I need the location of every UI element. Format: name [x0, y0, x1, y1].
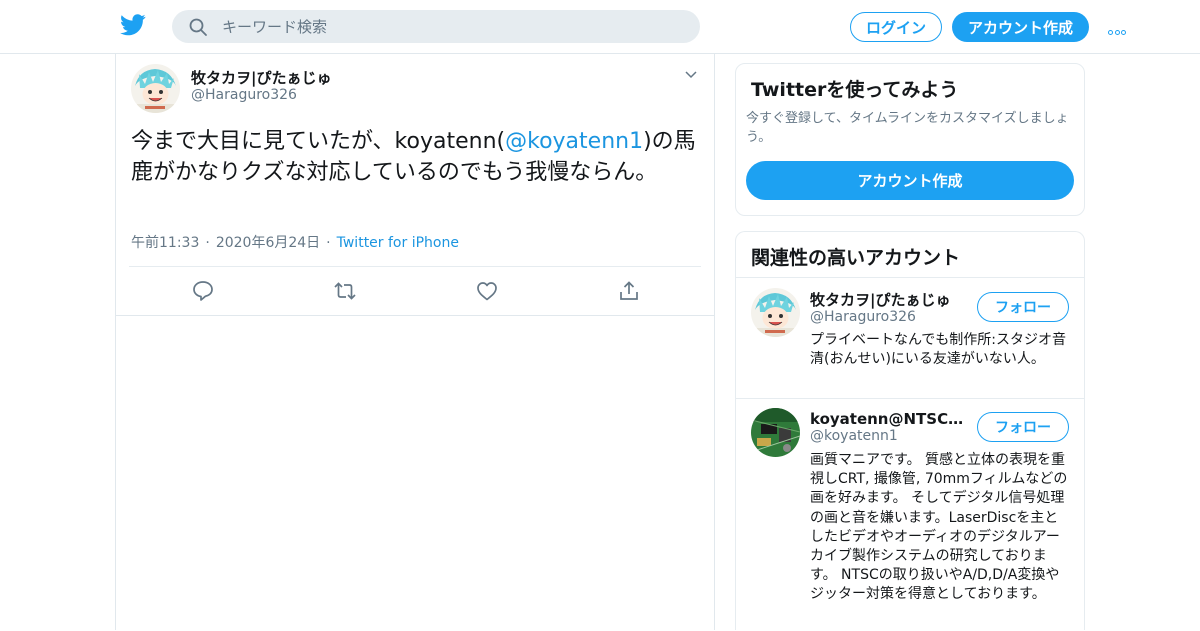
account-avatar[interactable]	[751, 408, 800, 457]
signup-button[interactable]: アカウント作成	[952, 12, 1089, 42]
account-handle[interactable]: @Haraguro326	[810, 309, 916, 325]
follow-button[interactable]: フォロー	[977, 412, 1069, 442]
promo-title: Twitterを使ってみよう	[751, 79, 959, 101]
divider	[129, 266, 701, 267]
account-name[interactable]: koyatenn@NTSCの...	[810, 408, 970, 429]
tweet-column: 牧タカヲ|ぴたぁじゅ @Haraguro326 今まで大目に見ていたが、koya…	[115, 54, 715, 630]
account-handle[interactable]: @koyatenn1	[810, 428, 898, 444]
follow-button[interactable]: フォロー	[977, 292, 1069, 322]
mention-link[interactable]: @koyatenn1	[505, 129, 643, 154]
related-account[interactable]: 牧タカヲ|ぴたぁじゅ @Haraguro326 フォロー プライベートなんでも制…	[736, 278, 1084, 398]
retweet-icon[interactable]	[333, 279, 357, 303]
separator-dot: ·	[326, 235, 331, 251]
search-box[interactable]	[172, 10, 700, 43]
twitter-bird-icon[interactable]	[120, 14, 146, 36]
reply-icon[interactable]	[191, 279, 215, 303]
heart-icon[interactable]	[475, 279, 499, 303]
tweet-author-name[interactable]: 牧タカヲ|ぴたぁじゅ	[191, 67, 331, 88]
related-accounts-title: 関連性の高いアカウント	[751, 247, 961, 269]
top-navigation-bar: ログイン アカウント作成	[0, 0, 1200, 54]
separator-dot: ·	[205, 235, 210, 251]
search-input[interactable]	[222, 10, 682, 43]
tweet-date[interactable]: 2020年6月24日	[216, 235, 320, 251]
more-dots-icon[interactable]	[1108, 20, 1130, 35]
account-bio: 画質マニアです。 質感と立体の表現を重視しCRT, 撮像管, 70mmフィルムな…	[810, 452, 1068, 603]
chevron-down-icon[interactable]	[684, 70, 698, 80]
search-icon	[189, 18, 207, 36]
tweet-author-avatar[interactable]	[131, 64, 180, 113]
login-button[interactable]: ログイン	[850, 12, 942, 42]
tweet-author-handle[interactable]: @Haraguro326	[191, 87, 297, 103]
account-avatar[interactable]	[751, 288, 800, 337]
signup-promo-card: Twitterを使ってみよう 今すぐ登録して、タイムラインをカスタマイズしましょ…	[735, 63, 1085, 216]
promo-signup-button[interactable]: アカウント作成	[746, 161, 1074, 200]
tweet-text-before: 今まで大目に見ていたが、koyatenn(	[131, 129, 506, 154]
account-bio: プライベートなんでも制作所:スタジオ音清(おんせい)にいる友達がいない人。	[810, 332, 1067, 368]
tweet-metadata: 午前11:33 · 2020年6月24日 · Twitter for iPhone	[131, 232, 459, 252]
promo-subtitle: 今すぐ登録して、タイムラインをカスタマイズしましょう。	[746, 111, 1069, 145]
tweet-text: 今まで大目に見ていたが、koyatenn(@koyatenn1)の馬鹿がかなりク…	[131, 126, 701, 188]
tweet-source-link[interactable]: Twitter for iPhone	[337, 235, 459, 251]
tweet: 牧タカヲ|ぴたぁじゅ @Haraguro326 今まで大目に見ていたが、koya…	[116, 54, 714, 316]
account-name[interactable]: 牧タカヲ|ぴたぁじゅ	[810, 289, 970, 310]
share-icon[interactable]	[617, 279, 641, 303]
related-account[interactable]: koyatenn@NTSCの... @koyatenn1 フォロー 画質マニアで…	[736, 399, 1084, 631]
related-accounts-card: 関連性の高いアカウント 牧タカヲ|ぴたぁじゅ @Haraguro326 フォロー…	[735, 231, 1085, 630]
tweet-time[interactable]: 午前11:33	[131, 235, 199, 251]
